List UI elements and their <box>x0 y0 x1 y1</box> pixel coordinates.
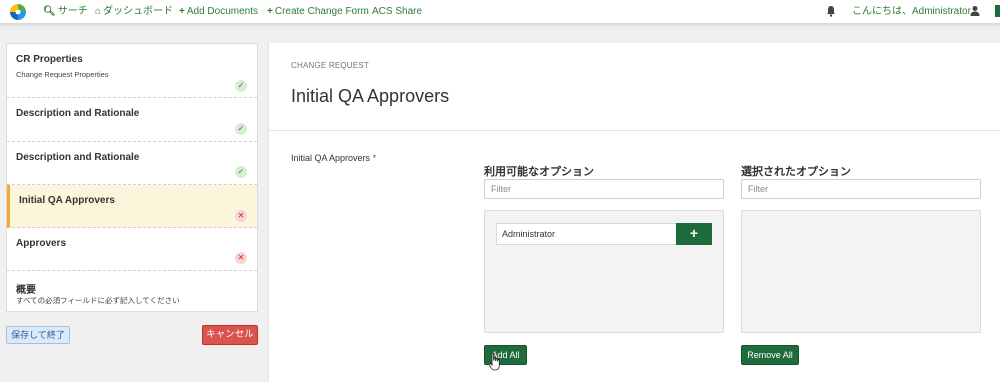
field-label-text: Initial QA Approvers <box>291 153 371 163</box>
nav-dashboard-label: ダッシュボード <box>103 6 174 17</box>
step-title: Description and Rationale <box>16 152 140 163</box>
available-options-heading: 利用可能なオプション <box>484 166 594 178</box>
nav-create-change-form-label: Create Change Form <box>274 6 369 17</box>
option-item[interactable]: Administrator <box>496 223 677 245</box>
breadcrumb: CHANGE REQUEST <box>291 61 369 70</box>
plus-icon: + <box>179 6 185 17</box>
selected-filter-input[interactable] <box>741 179 981 199</box>
available-options-list: Administrator + <box>484 210 724 333</box>
nav-search-label: サーチ <box>57 6 88 17</box>
top-navbar: 🔍︎ サーチ ⌂ ダッシュボード + Add Documents + Create Ch… <box>0 0 1000 24</box>
step-approvers[interactable]: Approvers ✕ <box>7 228 257 271</box>
user-greeting[interactable]: こんにちは、Administrator <box>852 6 971 18</box>
step-title: Initial QA Approvers <box>19 195 115 206</box>
field-label: Initial QA Approvers * <box>291 153 376 163</box>
available-filter-input[interactable] <box>484 179 724 199</box>
step-subtitle: すべての必須フィールドに必ず記入してください <box>16 296 180 305</box>
required-marker: * <box>372 153 377 163</box>
selected-options-list <box>741 210 981 333</box>
user-icon[interactable] <box>970 5 980 17</box>
step-description-rationale-2[interactable]: Description and Rationale ✓ <box>7 142 257 185</box>
side-panel-toggle[interactable] <box>995 5 1000 17</box>
nav-acs-share-label: ACS Share <box>372 6 423 17</box>
nav-dashboard[interactable]: ⌂ ダッシュボード <box>95 6 173 18</box>
page-title: Initial QA Approvers <box>291 86 450 106</box>
step-summary[interactable]: 概要 すべての必須フィールドに必ず記入してください <box>7 271 257 311</box>
step-title: Approvers <box>16 238 67 249</box>
bell-icon[interactable] <box>826 5 836 17</box>
cross-icon: ✕ <box>235 210 247 222</box>
step-subtitle: Change Request Properties <box>16 70 109 79</box>
home-icon: ⌂ <box>95 6 102 17</box>
step-title: Description and Rationale <box>16 108 140 119</box>
check-icon: ✓ <box>235 123 247 135</box>
search-icon: 🔍︎ <box>43 6 56 17</box>
nav-add-documents-label: Add Documents <box>186 6 258 17</box>
cross-icon: ✕ <box>235 252 247 264</box>
nav-create-change-form[interactable]: + Create Change Form <box>267 6 369 18</box>
nav-add-documents[interactable]: + Add Documents <box>179 6 258 18</box>
nav-acs-share[interactable]: ACS Share <box>372 6 422 18</box>
check-icon: ✓ <box>235 166 247 178</box>
wizard-steps-panel: CR Properties Change Request Properties … <box>6 43 258 312</box>
check-icon: ✓ <box>235 80 247 92</box>
cancel-button[interactable]: キャンセル <box>202 325 258 345</box>
plus-icon: + <box>267 6 273 17</box>
step-description-rationale-1[interactable]: Description and Rationale ✓ <box>7 98 257 142</box>
remove-all-button[interactable]: Remove All <box>741 345 799 365</box>
selected-options-heading: 選択されたオプション <box>741 166 851 178</box>
app-logo[interactable] <box>9 3 27 21</box>
step-title: 概要 <box>16 285 36 296</box>
nav-search[interactable]: 🔍︎ サーチ <box>43 6 88 18</box>
add-option-button[interactable]: + <box>676 223 712 245</box>
save-and-exit-button[interactable]: 保存して終了 <box>6 326 70 344</box>
step-cr-properties[interactable]: CR Properties Change Request Properties … <box>7 44 257 98</box>
divider <box>269 130 1000 131</box>
step-initial-qa-approvers[interactable]: Initial QA Approvers ✕ <box>7 185 257 228</box>
plus-icon: + <box>689 225 699 241</box>
main-form-panel: CHANGE REQUEST Initial QA Approvers Init… <box>268 43 1000 382</box>
step-title: CR Properties <box>16 54 83 65</box>
hand-cursor-icon <box>488 352 500 371</box>
